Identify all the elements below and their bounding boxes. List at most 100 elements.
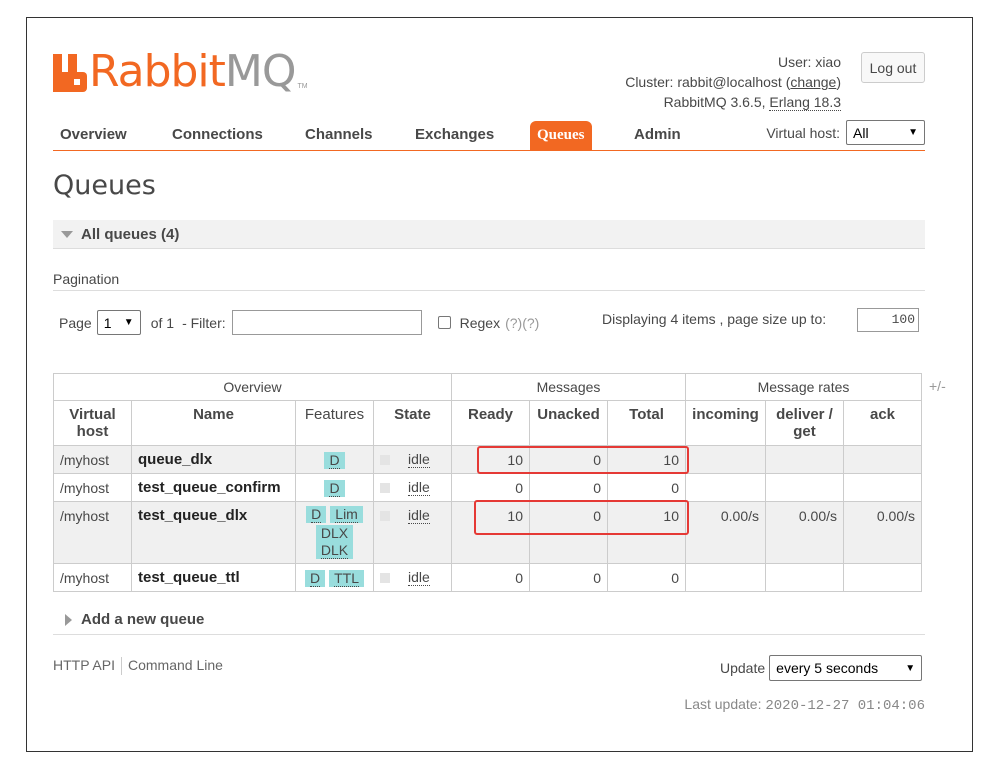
- col-deliver-get[interactable]: deliver / get: [765, 400, 844, 446]
- logo-trademark: TM: [297, 83, 308, 90]
- change-cluster-link[interactable]: change: [790, 74, 836, 90]
- state-text: idle: [408, 569, 430, 586]
- columns-toggle[interactable]: +/-: [929, 378, 946, 394]
- update-label: Update: [720, 660, 766, 676]
- tab-overview[interactable]: Overview: [53, 121, 134, 150]
- row-ack: [843, 473, 922, 502]
- state-square-icon: [380, 455, 390, 465]
- user-info: User: xiao Cluster: rabbit@localhost (ch…: [625, 54, 841, 111]
- col-total[interactable]: Total: [607, 400, 686, 446]
- group-overview: Overview: [53, 373, 452, 401]
- col-ack[interactable]: ack: [843, 400, 922, 446]
- queue-name-link[interactable]: test_queue_confirm: [131, 473, 296, 502]
- row-features: D: [295, 473, 374, 502]
- version-text: RabbitMQ 3.6.5,: [663, 94, 766, 110]
- row-incoming: 0.00/s: [685, 501, 766, 564]
- table-row[interactable]: /myhost queue_dlx D idle 10 0 10: [53, 445, 922, 474]
- feature-badge: Lim: [330, 506, 363, 523]
- last-update-label: Last update:: [684, 696, 762, 712]
- state-text: idle: [408, 479, 430, 496]
- table-row[interactable]: /myhost test_queue_confirm D idle 0 0 0: [53, 473, 922, 502]
- col-incoming[interactable]: incoming: [685, 400, 766, 446]
- virtual-host-selector: Virtual host: All ▼: [766, 120, 925, 145]
- virtual-host-select[interactable]: All ▼: [846, 120, 925, 145]
- tab-admin[interactable]: Admin: [627, 121, 688, 150]
- feature-badge: D: [304, 570, 326, 587]
- row-unacked: 0: [529, 563, 608, 592]
- row-vhost: /myhost: [53, 473, 132, 502]
- row-ready: 10: [451, 501, 530, 564]
- last-update-time: 2020-12-27 01:04:06: [765, 698, 925, 714]
- update-control: Update every 5 seconds ▼: [720, 655, 923, 681]
- regex-help-link[interactable]: (?)(?): [505, 315, 539, 331]
- main-nav: Overview Connections Channels Exchanges …: [53, 120, 925, 151]
- row-unacked: 0: [529, 501, 608, 564]
- row-total: 10: [607, 501, 686, 564]
- row-deliver: 0.00/s: [765, 501, 844, 564]
- logout-button[interactable]: Log out: [861, 52, 925, 83]
- regex-label: Regex: [459, 314, 501, 331]
- col-ready[interactable]: Ready: [451, 400, 530, 446]
- cluster-name: rabbit@localhost: [677, 74, 782, 90]
- feature-badge: D: [306, 506, 327, 523]
- last-update: Last update: 2020-12-27 01:04:06: [684, 696, 925, 714]
- chevron-down-icon: ▼: [905, 662, 916, 674]
- feature-badge: TTL: [329, 570, 364, 587]
- tab-channels[interactable]: Channels: [298, 121, 380, 150]
- queue-name-link[interactable]: queue_dlx: [131, 445, 296, 474]
- row-deliver: [765, 473, 844, 502]
- col-name[interactable]: Name: [131, 400, 296, 446]
- col-features: Features: [295, 400, 374, 446]
- row-vhost: /myhost: [53, 563, 132, 592]
- row-unacked: 0: [529, 473, 608, 502]
- http-api-link[interactable]: HTTP API: [53, 657, 115, 675]
- row-ready: 0: [451, 563, 530, 592]
- tab-connections[interactable]: Connections: [165, 121, 270, 150]
- state-square-icon: [380, 483, 390, 493]
- add-queue-label: Add a new queue: [81, 611, 205, 628]
- row-unacked: 0: [529, 445, 608, 474]
- regex-checkbox[interactable]: [437, 316, 451, 329]
- rabbit-logo-icon: [53, 54, 87, 92]
- queue-name-link[interactable]: test_queue_ttl: [131, 563, 296, 592]
- feature-badge: DLX DLK: [315, 525, 354, 559]
- state-text: idle: [408, 451, 430, 468]
- page-size-input[interactable]: 100: [857, 308, 919, 332]
- page-select[interactable]: 1 ▼: [96, 310, 141, 335]
- command-line-link[interactable]: Command Line: [128, 657, 223, 675]
- col-state[interactable]: State: [373, 400, 452, 446]
- displaying-text: Displaying 4 items , page size up to:: [602, 311, 827, 327]
- row-state: idle: [373, 445, 452, 474]
- all-queues-toggle[interactable]: All queues (4): [53, 220, 925, 249]
- add-queue-toggle[interactable]: Add a new queue: [53, 608, 925, 635]
- virtual-host-value: All: [853, 124, 869, 141]
- cluster-label: Cluster:: [625, 74, 674, 90]
- table-row[interactable]: /myhost test_queue_dlx D Lim DLX DLK idle …: [53, 501, 922, 564]
- chevron-down-icon: ▼: [908, 127, 918, 138]
- chevron-down-icon: ▼: [123, 317, 134, 328]
- pagination-row: Page 1 ▼ of 1 - Filter: Regex (?)(?): [59, 310, 539, 335]
- col-virtual-host[interactable]: Virtual host: [53, 400, 132, 446]
- rabbitmq-logo[interactable]: RabbitMQ TM: [53, 46, 308, 97]
- update-interval-select[interactable]: every 5 seconds ▼: [769, 655, 923, 681]
- group-messages: Messages: [451, 373, 686, 401]
- row-features: D: [295, 445, 374, 474]
- logo-text: RabbitMQ: [89, 46, 297, 97]
- expand-triangle-icon: [65, 614, 72, 626]
- table-row[interactable]: /myhost test_queue_ttl D TTL idle 0 0 0: [53, 563, 922, 592]
- page-of-label: of 1: [150, 314, 175, 331]
- row-features: D Lim DLX DLK: [295, 501, 374, 564]
- queue-name-link[interactable]: test_queue_dlx: [131, 501, 296, 564]
- tab-queues[interactable]: Queues: [530, 121, 592, 150]
- row-ack: [843, 445, 922, 474]
- row-ack: [843, 563, 922, 592]
- page-label: Page: [59, 314, 92, 331]
- group-message-rates: Message rates: [685, 373, 922, 401]
- row-incoming: [685, 445, 766, 474]
- row-features: D TTL: [295, 563, 374, 592]
- col-unacked[interactable]: Unacked: [529, 400, 608, 446]
- divider: [120, 657, 122, 675]
- tab-exchanges[interactable]: Exchanges: [408, 121, 501, 150]
- page-value: 1: [103, 314, 112, 331]
- filter-input[interactable]: [231, 310, 422, 335]
